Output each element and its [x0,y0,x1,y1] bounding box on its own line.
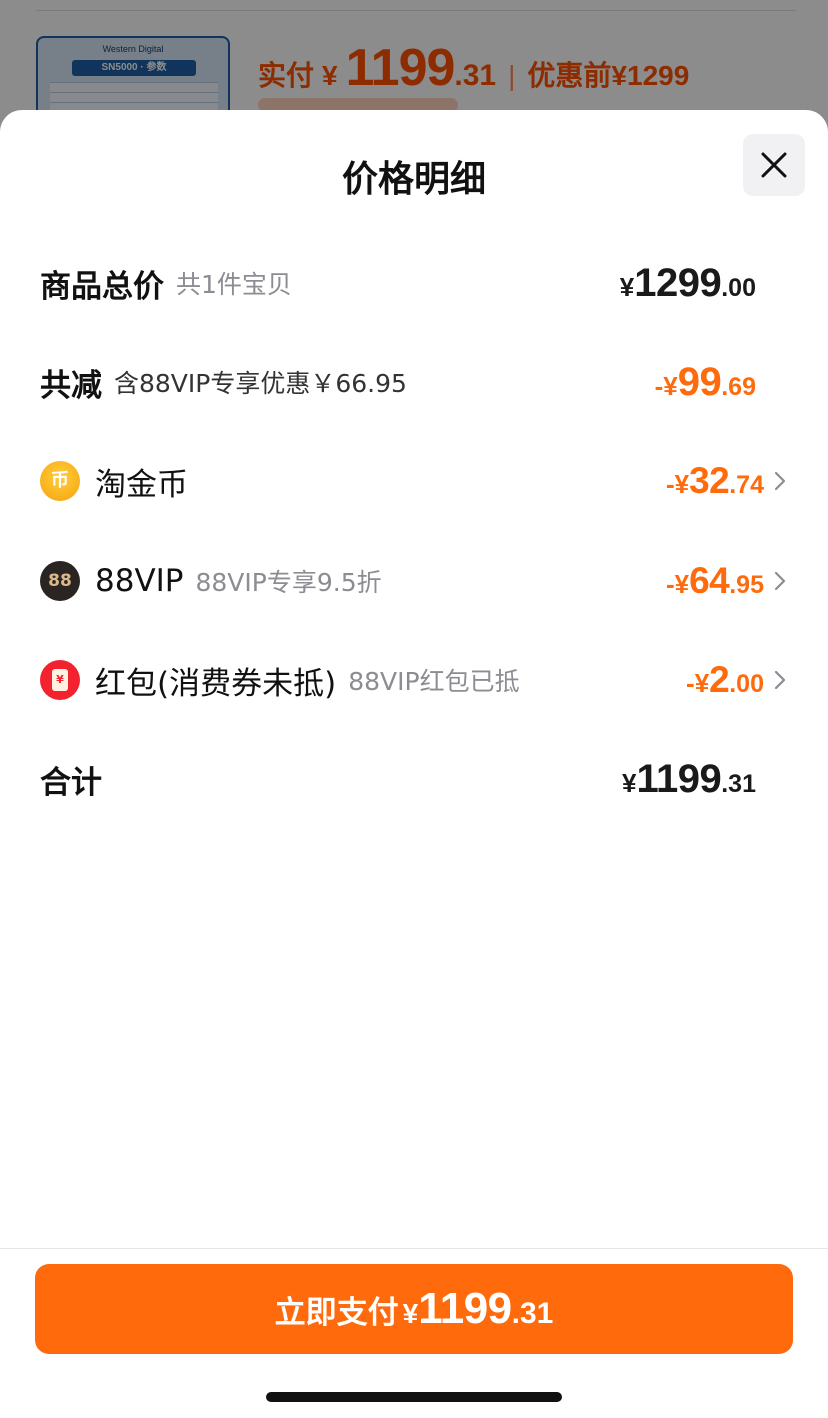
amount-currency: ¥ [619,271,635,302]
row-taojinbi[interactable]: 币 淘金币 -¥ 32 .74 [40,456,788,506]
row-sum: 合计 ¥ 1199 .31 [40,754,788,804]
envelope-shape: ¥ [52,669,68,691]
amount-int: 64 [689,560,730,601]
amount-currency: -¥ [665,569,690,599]
amount-currency: -¥ [665,469,690,499]
pay-now-button[interactable]: 立即支付 ¥ 1199 .31 [35,1264,793,1354]
amount-int: 1299 [634,260,722,305]
amount-currency: ¥ [402,1298,419,1329]
coin-icon: 币 [40,461,80,501]
row-amount: -¥ 64 .95 [666,560,764,602]
vip-88-icon: 88 [40,561,80,601]
background-price: 实付 ¥ 1199 .31 | 优惠前 ¥1299 [258,38,690,97]
amount-currency: -¥ [654,370,678,401]
row-amount: ¥ 1299 .00 [620,261,756,306]
price-detail-sheet: 价格明细 商品总价 共1件宝贝 ¥ 1299 .00 共减 含88VIP专享优惠… [0,110,828,1418]
amount-dec: .00 [729,670,764,698]
row-sublabel: 88VIP专享9.5折 [195,568,382,597]
row-sublabel: 共1件宝贝 [176,270,292,299]
vip-icon-glyph: 88 [48,571,72,591]
amount-currency: ¥ [621,767,637,798]
price-int: 1199 [345,39,456,97]
amount-int: 2 [709,659,730,700]
coin-icon-glyph: 币 [51,470,69,491]
home-indicator [266,1392,562,1402]
row-hongbao[interactable]: ¥ 红包(消费券未抵) 88VIP红包已抵 -¥ 2 .00 [40,655,788,705]
close-icon [761,152,787,178]
row-sublabel: 88VIP红包已抵 [348,667,520,696]
row-88vip[interactable]: 88 88VIP 88VIP专享9.5折 -¥ 64 .95 [40,556,788,606]
product-model: SN5000 · 参数 [72,60,196,76]
row-goods-total: 商品总价 共1件宝贝 ¥ 1299 .00 [40,258,788,308]
red-envelope-icon: ¥ [40,660,80,700]
row-label: 88VIP [95,563,184,599]
price-separator: | [508,60,516,91]
row-label: 共减 [40,367,102,404]
pay-button-label: 立即支付 [274,1294,399,1331]
footer-divider [0,1248,828,1249]
row-amount: -¥ 32 .74 [666,460,764,502]
orig-price: ¥1299 [611,60,690,91]
amount-dec: .00 [721,273,756,302]
row-amount: -¥ 2 .00 [686,659,764,701]
row-amount: -¥ 99 .69 [655,360,756,405]
price-currency: ¥ [322,60,338,91]
price-dec: .31 [454,59,497,92]
amount-int: 1199 [418,1284,512,1333]
divider [36,10,796,11]
amount-currency: -¥ [686,668,710,698]
product-brand: Western Digital [102,44,164,54]
amount-dec: .95 [729,571,764,599]
row-label: 红包(消费券未抵) [95,665,337,702]
amount-dec: .74 [729,471,764,499]
row-label: 合计 [40,764,102,801]
orig-price-label: 优惠前 [527,60,612,91]
row-label: 商品总价 [40,268,164,305]
chevron-right-icon [774,571,786,591]
chevron-right-icon [774,471,786,491]
row-sublabel: 含88VIP专享优惠￥66.95 [114,369,407,398]
envelope-glyph: ¥ [56,673,64,686]
amount-int: 99 [677,359,722,404]
row-label: 淘金币 [95,466,188,503]
amount-dec: .31 [721,769,756,798]
amount-dec: .69 [721,372,756,401]
chevron-right-icon [774,670,786,690]
amount-dec: .31 [511,1297,554,1330]
close-button[interactable] [743,134,805,196]
amount-int: 32 [689,460,730,501]
row-amount: ¥ 1199 .31 [622,757,756,802]
amount-int: 1199 [636,756,722,801]
row-total-discount: 共减 含88VIP专享优惠￥66.95 -¥ 99 .69 [40,357,788,407]
sheet-title: 价格明细 [341,159,486,200]
price-label: 实付 [258,60,315,91]
pay-button-amount: ¥ 1199 .31 [403,1284,554,1334]
